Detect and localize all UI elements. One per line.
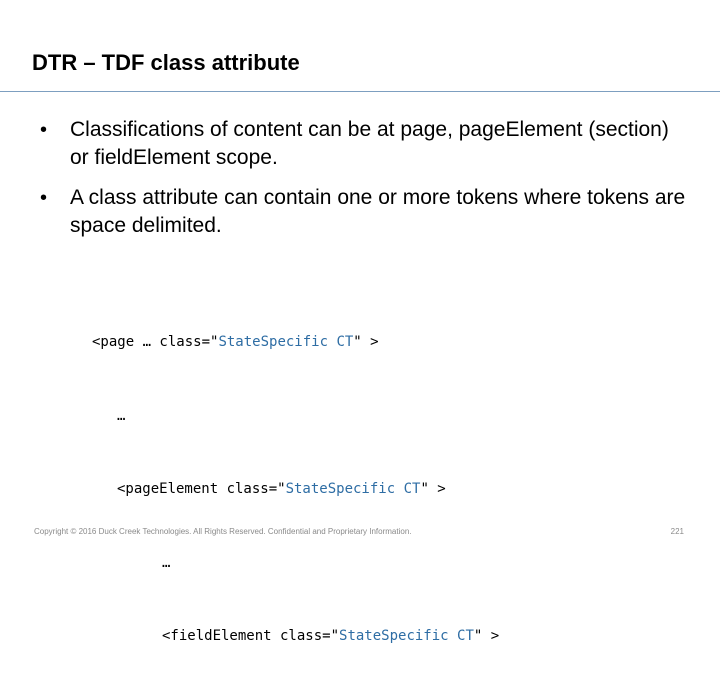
title-divider	[0, 91, 720, 92]
code-example: <page … class="StateSpecific CT" > … <pa…	[92, 281, 499, 673]
code-tag-end: " >	[353, 334, 379, 350]
code-tag: <page … class="	[92, 334, 219, 350]
bullet-item: • Classifications of content can be at p…	[36, 116, 686, 172]
code-tag: <pageElement class="	[117, 481, 286, 497]
code-tag-end: " >	[420, 481, 446, 497]
bullet-item: • A class attribute can contain one or m…	[36, 184, 686, 240]
code-line-ellipsis: …	[117, 407, 126, 424]
copyright-footer: Copyright © 2016 Duck Creek Technologies…	[34, 527, 412, 536]
bullet-point-icon: •	[40, 119, 48, 141]
code-attribute-value: StateSpecific CT	[218, 334, 354, 350]
bullet-list: • Classifications of content can be at p…	[36, 116, 686, 252]
code-attribute-value: StateSpecific CT	[285, 481, 421, 497]
code-tag: <fieldElement class="	[162, 628, 340, 644]
bullet-text: Classifications of content can be at pag…	[70, 118, 669, 169]
code-line-page: <page … class="StateSpecific CT" >	[92, 330, 499, 355]
bullet-text: A class attribute can contain one or mor…	[70, 186, 686, 237]
code-line-field-element: <fieldElement class="StateSpecific CT" >	[92, 624, 499, 649]
code-tag-end: " >	[473, 628, 500, 644]
page-number: 221	[670, 527, 684, 536]
code-line-ellipsis: …	[162, 554, 171, 571]
code-line-page-element: <pageElement class="StateSpecific CT" >	[92, 477, 499, 502]
code-attribute-value: StateSpecific CT	[339, 628, 474, 644]
bullet-point-icon: •	[40, 187, 48, 209]
slide-title: DTR – TDF class attribute	[32, 50, 300, 75]
